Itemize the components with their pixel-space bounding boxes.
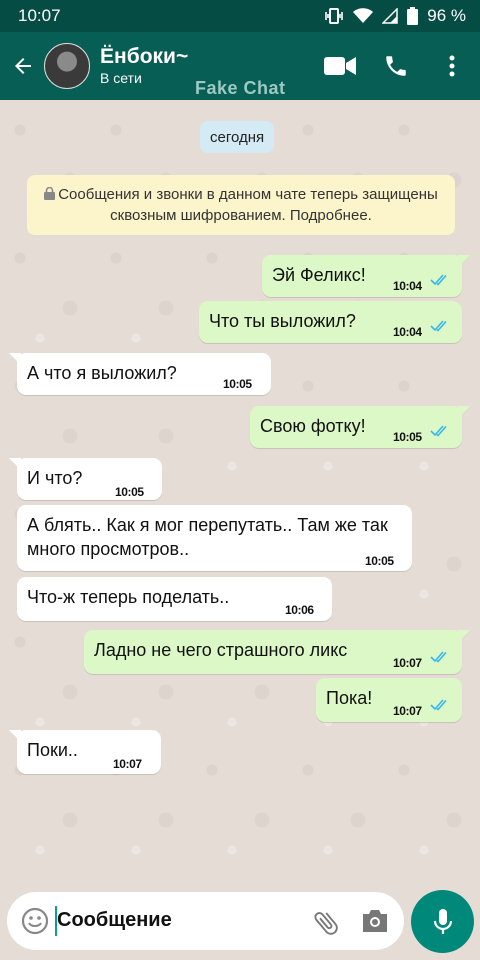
double-check-icon xyxy=(430,320,447,332)
mic-button[interactable] xyxy=(411,890,474,953)
message-time: 10:07 xyxy=(113,757,142,771)
message-text: Свою фотку! xyxy=(260,416,366,436)
message-bubble-incoming[interactable]: Поки.. 10:07 xyxy=(9,730,161,774)
message-bubble-outgoing[interactable]: Что ты выложил? 10:04 xyxy=(199,301,462,343)
chat-area[interactable]: сегодня Сообщения и звонки в данном чате… xyxy=(0,100,480,890)
phone-icon xyxy=(386,56,406,76)
status-icons: 96 % xyxy=(324,6,466,26)
more-options-button[interactable] xyxy=(424,32,480,100)
camera-icon[interactable] xyxy=(361,908,389,934)
contact-info[interactable]: Ёнбоки~ В сети xyxy=(100,45,188,87)
message-bubble-outgoing[interactable]: Свою фотку! 10:05 xyxy=(250,406,470,448)
message-time: 10:07 xyxy=(393,656,422,670)
message-time: 10:06 xyxy=(285,603,314,617)
vibrate-icon xyxy=(325,8,344,24)
message-bubble-outgoing[interactable]: Эй Феликс! 10:04 xyxy=(262,255,470,297)
message-time: 10:05 xyxy=(115,485,144,499)
double-check-icon xyxy=(430,274,447,286)
message-bubble-outgoing[interactable]: Пока! 10:07 xyxy=(316,678,462,722)
message-time: 10:04 xyxy=(393,279,422,293)
message-bubble-outgoing[interactable]: Ладно не чего страшного ликс 10:07 xyxy=(84,630,470,674)
message-bubble-incoming[interactable]: А блять.. Как я мог перепутать.. Там же … xyxy=(17,505,412,571)
wifi-icon xyxy=(353,8,374,23)
contact-name: Ёнбоки~ xyxy=(100,45,189,68)
header-actions xyxy=(312,32,480,100)
more-vertical-icon xyxy=(449,55,455,77)
presence-status: В сети xyxy=(100,70,142,86)
message-input[interactable]: Сообщение xyxy=(57,909,172,932)
microphone-icon xyxy=(433,908,452,934)
battery-percent: 96 % xyxy=(427,6,466,25)
avatar[interactable] xyxy=(44,43,90,89)
message-time: 10:05 xyxy=(393,430,422,444)
status-time: 10:07 xyxy=(18,6,61,25)
battery-icon xyxy=(407,7,419,25)
voice-call-button[interactable] xyxy=(368,32,424,100)
date-chip: сегодня xyxy=(200,121,275,153)
message-bubble-incoming[interactable]: Что-ж теперь поделать.. 10:06 xyxy=(17,577,332,621)
message-time: 10:07 xyxy=(393,704,422,718)
message-time: 10:05 xyxy=(223,377,252,391)
message-text: А что я выложил? xyxy=(27,363,177,383)
encryption-notice-text: Сообщения и звонки в данном чате теперь … xyxy=(58,186,438,224)
message-text: Что-ж теперь поделать.. xyxy=(27,587,230,607)
message-text: И что? xyxy=(27,468,83,488)
double-check-icon xyxy=(430,651,447,663)
message-time: 10:04 xyxy=(393,325,422,339)
back-button[interactable] xyxy=(2,32,44,100)
double-check-icon xyxy=(430,699,447,711)
signal-icon xyxy=(382,8,398,24)
double-check-icon xyxy=(430,425,447,437)
message-bubble-incoming[interactable]: И что? 10:05 xyxy=(9,458,162,500)
video-camera-icon xyxy=(324,57,356,75)
lock-icon xyxy=(44,187,56,200)
arrow-left-icon xyxy=(15,58,31,74)
watermark: Fake Chat xyxy=(195,78,286,98)
attach-icon[interactable] xyxy=(311,908,341,938)
emoji-icon[interactable] xyxy=(21,907,49,935)
message-text: Что ты выложил? xyxy=(209,311,356,331)
message-composer: Сообщение xyxy=(7,892,404,950)
message-text: Ладно не чего страшного ликс xyxy=(94,640,348,660)
status-bar: 10:07 96 % xyxy=(0,0,480,32)
message-bubble-incoming[interactable]: А что я выложил? 10:05 xyxy=(9,353,271,395)
message-text: Пока! xyxy=(326,688,373,708)
message-time: 10:05 xyxy=(365,554,394,568)
encryption-notice[interactable]: Сообщения и звонки в данном чате теперь … xyxy=(27,175,455,235)
message-text: Поки.. xyxy=(27,740,78,760)
message-text: А блять.. Как я мог перепутать.. Там же … xyxy=(27,515,388,559)
message-text: Эй Феликс! xyxy=(272,265,366,285)
video-call-button[interactable] xyxy=(312,32,368,100)
